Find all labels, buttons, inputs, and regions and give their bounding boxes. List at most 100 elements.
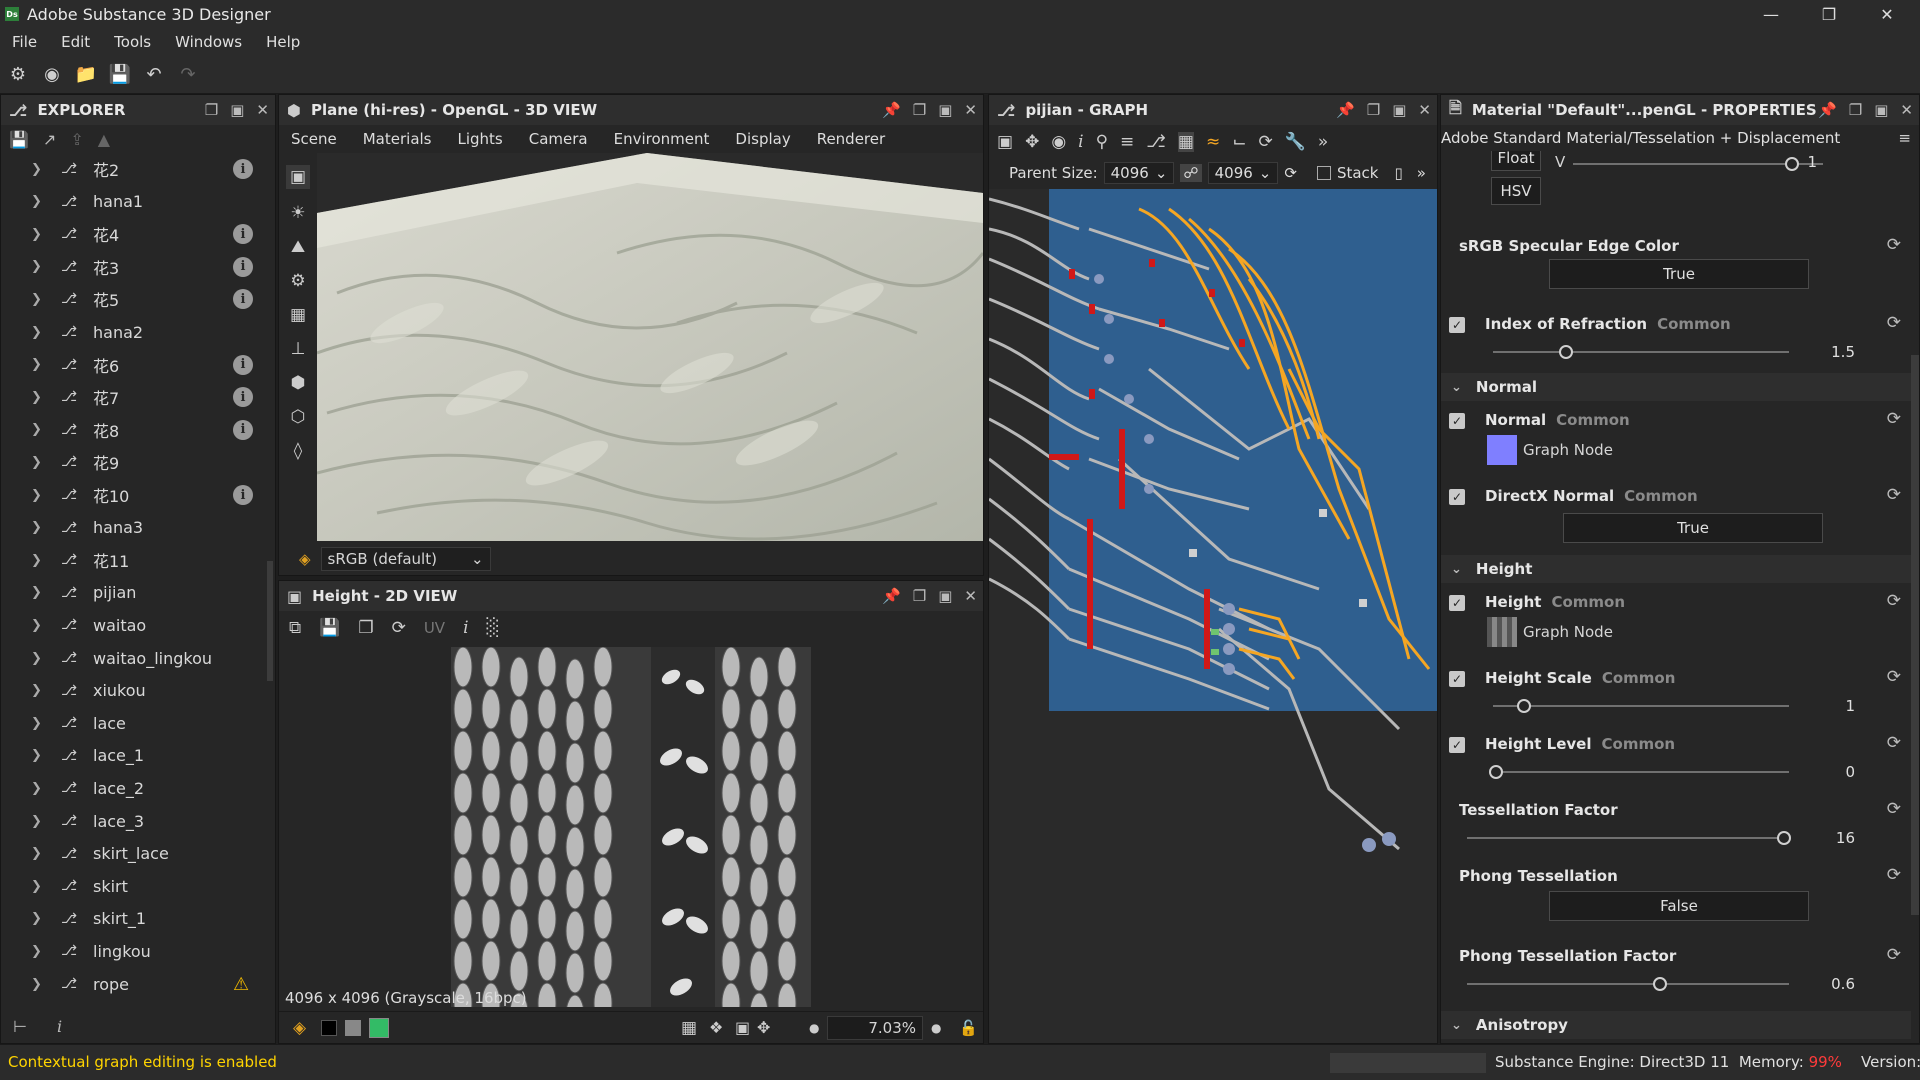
explorer-item[interactable]: ❯ ⎇ skirt_lace (1, 838, 265, 870)
restore-icon[interactable]: ❐ (1800, 0, 1858, 28)
height-scale-slider[interactable] (1493, 699, 1789, 713)
chevron-right-icon[interactable]: ❯ (31, 227, 42, 242)
save-image-icon[interactable]: 💾 (319, 618, 340, 638)
camera-icon[interactable]: ▣ (285, 165, 311, 189)
save-package-icon[interactable]: 💾 (9, 130, 29, 149)
hsv-button[interactable]: HSV (1491, 177, 1541, 205)
stack-icon[interactable]: ▯ (1394, 164, 1402, 182)
copy-icon[interactable]: ❐ (358, 618, 373, 638)
chevron-right-icon[interactable]: ❯ (31, 259, 42, 274)
close-icon[interactable]: ✕ (1858, 0, 1916, 28)
uv-icon[interactable]: ▦ (290, 305, 306, 325)
normal-section[interactable]: ⌄ Normal (1441, 373, 1911, 401)
info-icon[interactable]: i (233, 289, 253, 310)
info-icon[interactable]: i (233, 159, 253, 179)
resource-icon[interactable]: ▲ (98, 130, 110, 149)
parent-size-height-select[interactable]: 4096 ⌄ (1207, 162, 1279, 184)
search-icon[interactable]: ⚲ (1096, 132, 1108, 152)
warning-icon[interactable]: ⚠ (233, 974, 249, 995)
reset-icon[interactable]: ⟳ (1887, 945, 1901, 965)
pin-icon[interactable]: 📌 (1336, 101, 1355, 119)
more-icon[interactable]: » (1318, 132, 1328, 152)
link-icon[interactable]: ☍ (1180, 164, 1202, 182)
height-level-slider[interactable] (1489, 765, 1789, 779)
float-panel-icon[interactable]: ❐ (913, 587, 926, 605)
view2d-viewport[interactable]: 4096 x 4096 (Grayscale, 16bpc) (279, 645, 983, 1009)
refresh-icon[interactable]: ⟳ (392, 618, 406, 638)
float-panel-icon[interactable]: ❐ (205, 101, 218, 119)
open-folder-icon[interactable]: 📁 (74, 63, 98, 87)
settings-icon[interactable]: ⚙ (290, 271, 305, 291)
explorer-item[interactable]: ❯ ⎇ lace (1, 707, 265, 739)
explorer-item[interactable]: ❯ ⎇ pijian (1, 577, 265, 609)
new-graph-icon[interactable]: ⚙ (6, 63, 30, 87)
close-panel-icon[interactable]: ✕ (964, 101, 977, 119)
menu-icon[interactable]: ≡ (1898, 129, 1911, 147)
reset-icon[interactable]: ⟳ (1887, 865, 1901, 885)
info-icon[interactable]: i (463, 618, 468, 638)
redo-icon[interactable]: ↷ (176, 63, 200, 87)
chevron-right-icon[interactable]: ❯ (31, 651, 42, 666)
pin-icon[interactable]: 📌 (882, 101, 901, 119)
reset-icon[interactable]: ⟳ (1887, 235, 1901, 255)
info-icon[interactable]: i (233, 419, 253, 440)
menu-file[interactable]: File (0, 33, 49, 51)
explorer-item[interactable]: ❯ ⎇ hana3 (1, 512, 265, 544)
chevron-right-icon[interactable]: ❯ (31, 488, 42, 503)
menu-lights[interactable]: Lights (458, 130, 503, 148)
explorer-item[interactable]: ❯ ⎇ skirt (1, 870, 265, 902)
pick-icon[interactable]: ❖ (709, 1018, 723, 1037)
zoom-field[interactable]: 7.03% (827, 1016, 923, 1040)
explorer-item[interactable]: ❯ ⎇ 花11 (1, 544, 265, 576)
align-icon[interactable]: ≡ (1120, 132, 1134, 152)
menu-tools[interactable]: Tools (102, 33, 163, 51)
chevron-right-icon[interactable]: ❯ (31, 977, 42, 992)
info-icon[interactable]: i (233, 224, 253, 245)
explorer-item[interactable]: ❯ ⎇ lingkou (1, 935, 265, 967)
menu-materials[interactable]: Materials (363, 130, 432, 148)
reset-icon[interactable]: ⟳ (1887, 799, 1901, 819)
histogram-icon[interactable]: ░ (487, 618, 500, 638)
chevron-right-icon[interactable]: ❯ (31, 716, 42, 731)
chevron-right-icon[interactable]: ❯ (31, 357, 42, 372)
explorer-item[interactable]: ❯ ⎇ hana2 (1, 316, 265, 348)
normal-checkbox[interactable]: ✓ (1449, 413, 1465, 429)
maximize-panel-icon[interactable]: ▣ (230, 101, 244, 119)
black-bg-swatch[interactable] (321, 1020, 337, 1036)
save-icon[interactable]: 💾 (108, 63, 132, 87)
wrench-icon[interactable]: 🔧 (1285, 132, 1306, 152)
menu-edit[interactable]: Edit (49, 33, 102, 51)
explorer-item[interactable]: ❯ ⎇ skirt_1 (1, 903, 265, 935)
menu-environment[interactable]: Environment (614, 130, 710, 148)
reset-icon[interactable]: ⟳ (1887, 485, 1901, 505)
chevron-right-icon[interactable]: ❯ (31, 553, 42, 568)
chevron-right-icon[interactable]: ❯ (31, 879, 42, 894)
float-panel-icon[interactable]: ❐ (1849, 101, 1862, 119)
explorer-item[interactable]: ❯ ⎇ 花8 i (1, 414, 265, 446)
close-panel-icon[interactable]: ✕ (1418, 101, 1431, 119)
channels-icon[interactable]: ◈ (293, 1018, 306, 1038)
chevron-right-icon[interactable]: ❯ (31, 325, 42, 340)
reset-icon[interactable]: ⟳ (1887, 591, 1901, 611)
layout-icon[interactable]: ⎇ (1146, 132, 1166, 152)
wireframe-icon[interactable]: ⬡ (291, 407, 306, 427)
height-section[interactable]: ⌄ Height (1441, 555, 1911, 583)
phong-factor-slider[interactable] (1467, 977, 1789, 991)
axis-icon[interactable]: ⊥ (291, 339, 306, 359)
explorer-scrollbar[interactable] (267, 561, 273, 681)
float-button[interactable]: Float (1491, 151, 1541, 171)
pan-icon[interactable]: ✥ (1025, 132, 1039, 152)
explorer-item[interactable]: ❯ ⎇ rope ⚠ (1, 968, 265, 1000)
chevron-right-icon[interactable]: ❯ (31, 520, 42, 535)
anisotropy-section[interactable]: ⌄ Anisotropy (1441, 1011, 1911, 1039)
chevron-right-icon[interactable]: ❯ (31, 748, 42, 763)
height-level-checkbox[interactable]: ✓ (1449, 737, 1465, 753)
lock-icon[interactable]: 🔓 (959, 1019, 978, 1037)
explorer-item[interactable]: ❯ ⎇ xiukou (1, 675, 265, 707)
info-icon[interactable]: i (233, 256, 253, 277)
info-icon[interactable]: i (233, 387, 253, 408)
light-icon[interactable]: ☀ (290, 203, 305, 223)
explorer-item[interactable]: ❯ ⎇ 花5 i (1, 283, 265, 315)
more-icon[interactable]: » (1417, 164, 1426, 182)
menu-help[interactable]: Help (254, 33, 312, 51)
